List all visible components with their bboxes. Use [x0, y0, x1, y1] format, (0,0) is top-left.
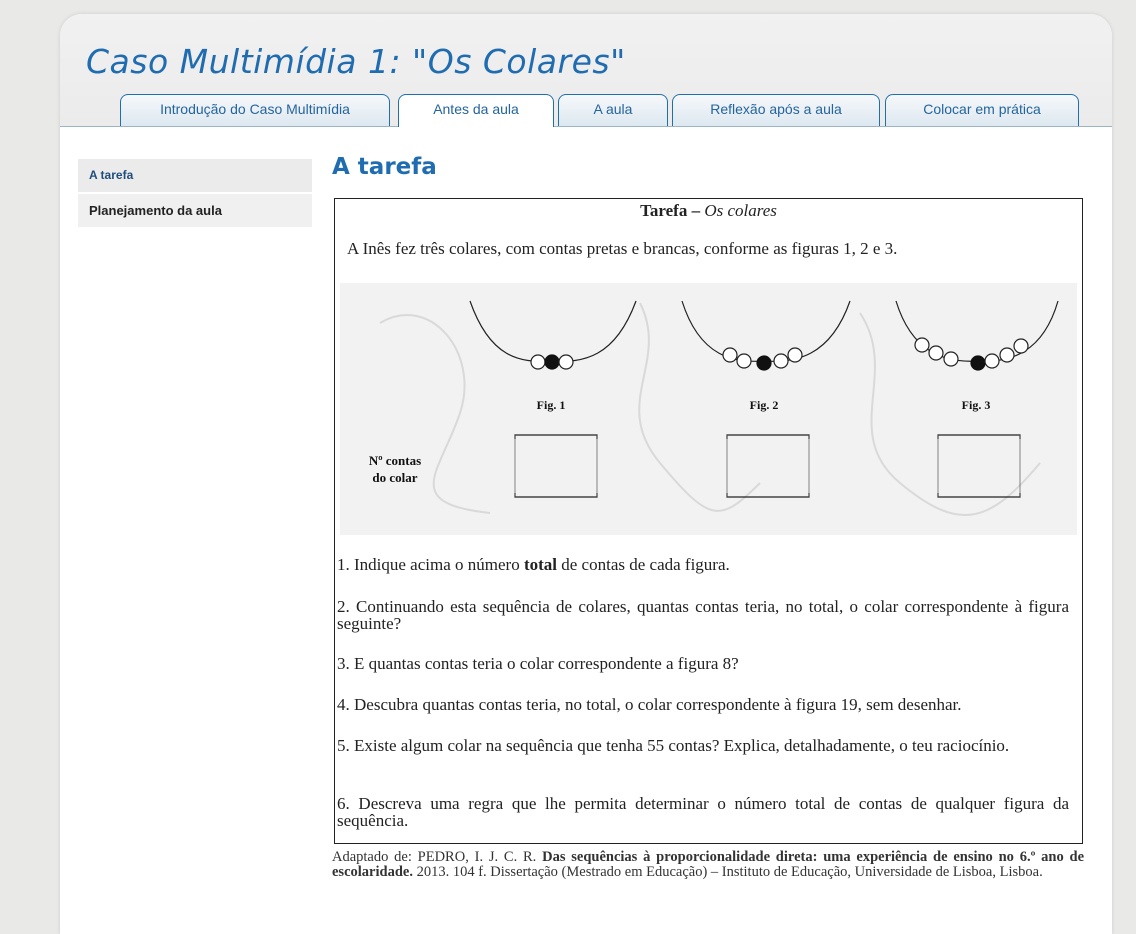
- task-box: Tarefa – Os colares A Inês fez três cola…: [334, 198, 1083, 844]
- question-6: 6. Descreva uma regra que lhe permita de…: [337, 794, 1069, 830]
- citation: Adaptado de: PEDRO, I. J. C. R. Das sequ…: [332, 850, 1084, 880]
- header: Caso Multimídia 1: "Os Colares" Introduç…: [60, 14, 1112, 127]
- count-box-fig-2: [726, 434, 810, 498]
- citation-prefix: Adaptado de: PEDRO, I. J. C. R.: [332, 849, 543, 865]
- count-label-line1: Nº contas: [369, 453, 421, 468]
- tab-colocar-em-pratica[interactable]: Colocar em prática: [885, 94, 1079, 126]
- task-title-prefix: Tarefa –: [640, 201, 705, 220]
- tab-antes-da-aula[interactable]: Antes da aula: [398, 94, 554, 127]
- count-label-line2: do colar: [372, 470, 417, 485]
- necklace-fig-2: [681, 300, 851, 371]
- question-1: 1. Indique acima o número total de conta…: [337, 556, 1069, 573]
- sidebar: A tarefa Planejamento da aula: [78, 159, 312, 229]
- background-pattern: [379, 302, 1041, 517]
- necklace-fig-3: [895, 300, 1059, 371]
- task-title-italic: Os colares: [704, 201, 777, 220]
- question-1-bold: total: [523, 555, 557, 574]
- page-title: A tarefa: [332, 154, 437, 180]
- sidebar-item-planejamento[interactable]: Planejamento da aula: [78, 194, 312, 227]
- necklace-fig-1: [469, 300, 637, 370]
- necklace-figures: Fig. 1 Fig. 2 Fig. 3 Nº contas do colar: [369, 300, 1059, 517]
- fig-2-label: Fig. 2: [750, 398, 779, 412]
- question-1-text: 1. Indique acima o número: [337, 555, 524, 574]
- question-1-suffix: de contas de cada figura.: [557, 555, 730, 574]
- question-4: 4. Descubra quantas contas teria, no tot…: [337, 695, 962, 714]
- count-box-fig-1: [514, 434, 598, 498]
- citation-suffix: 2013. 104 f. Dissertação (Mestrado em Ed…: [412, 864, 1043, 880]
- fig-1-label: Fig. 1: [537, 398, 566, 412]
- tab-introducao[interactable]: Introdução do Caso Multimídia: [120, 94, 390, 126]
- page-card: Caso Multimídia 1: "Os Colares" Introduç…: [60, 14, 1112, 934]
- sidebar-item-a-tarefa[interactable]: A tarefa: [78, 159, 312, 192]
- case-title: Caso Multimídia 1: "Os Colares": [86, 42, 626, 81]
- fig-3-label: Fig. 3: [962, 398, 991, 412]
- tab-a-aula[interactable]: A aula: [558, 94, 668, 126]
- figure-panel: Fig. 1 Fig. 2 Fig. 3 Nº contas do colar: [340, 283, 1077, 535]
- question-2: 2. Continuando esta sequência de colares…: [337, 597, 1069, 633]
- task-title: Tarefa – Os colares: [335, 201, 1082, 221]
- tab-reflexao[interactable]: Reflexão após a aula: [672, 94, 880, 126]
- question-3: 3. E quantas contas teria o colar corres…: [337, 654, 739, 673]
- task-intro: A Inês fez três colares, com contas pret…: [347, 239, 898, 258]
- question-5: 5. Existe algum colar na sequência que t…: [337, 736, 1010, 755]
- count-box-fig-3: [937, 434, 1021, 498]
